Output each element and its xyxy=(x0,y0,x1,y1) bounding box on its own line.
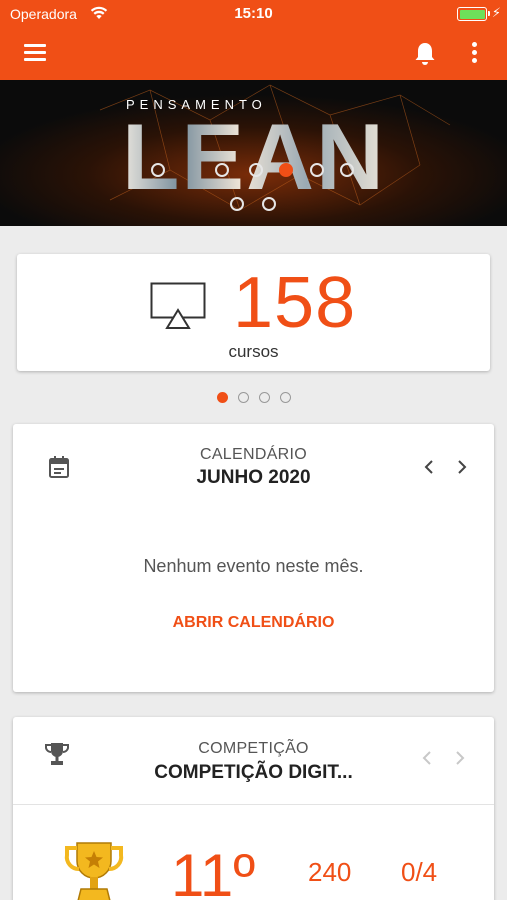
promo-banner[interactable]: PENSAMENTO LEAN xyxy=(0,80,507,226)
courses-card[interactable]: 158 cursos xyxy=(17,254,490,371)
battery-icon xyxy=(457,7,490,21)
chevron-left-icon[interactable] xyxy=(422,459,436,475)
banner-node xyxy=(262,197,276,211)
chevron-right-icon[interactable] xyxy=(453,750,467,766)
banner-node xyxy=(230,197,244,211)
banner-node xyxy=(151,163,165,177)
tv-cast-icon xyxy=(150,282,206,329)
banner-title: LEAN xyxy=(122,104,386,209)
chevron-right-icon[interactable] xyxy=(455,459,469,475)
banner-node xyxy=(215,163,229,177)
course-count: 158 xyxy=(233,263,357,343)
competition-points: 240 xyxy=(308,857,352,887)
divider xyxy=(13,804,494,805)
charging-icon: ⚡ xyxy=(491,5,501,20)
pager-dot[interactable] xyxy=(237,392,249,403)
pager-dot-active[interactable] xyxy=(216,392,228,403)
banner-node xyxy=(310,163,324,177)
app-bar xyxy=(0,28,507,80)
open-calendar-button[interactable]: ABRIR CALENDÁRIO xyxy=(13,614,494,632)
gold-trophy-icon xyxy=(64,842,124,900)
empty-events-message: Nenhum evento neste mês. xyxy=(143,556,364,576)
status-bar: Operadora 15:10 ⚡ xyxy=(0,0,507,28)
pager-dot[interactable] xyxy=(279,392,291,403)
course-label: cursos xyxy=(228,342,279,361)
competition-rank: 11º xyxy=(171,842,256,900)
card-pager xyxy=(0,392,507,406)
banner-node-active xyxy=(279,163,293,177)
competition-card: COMPETIÇÃO COMPETIÇÃO DIGIT... 11º 240 0… xyxy=(13,717,494,900)
calendar-card: CALENDÁRIO JUNHO 2020 Nenhum evento nest… xyxy=(13,424,494,692)
banner-node xyxy=(249,163,263,177)
hamburger-menu-icon[interactable] xyxy=(24,44,46,62)
bell-icon[interactable] xyxy=(413,41,437,67)
more-vertical-icon[interactable] xyxy=(466,42,482,68)
clock: 15:10 xyxy=(234,5,273,22)
competition-progress: 0/4 xyxy=(401,857,438,887)
banner-node xyxy=(340,163,354,177)
chevron-left-icon[interactable] xyxy=(420,750,434,766)
pager-dot[interactable] xyxy=(258,392,270,403)
